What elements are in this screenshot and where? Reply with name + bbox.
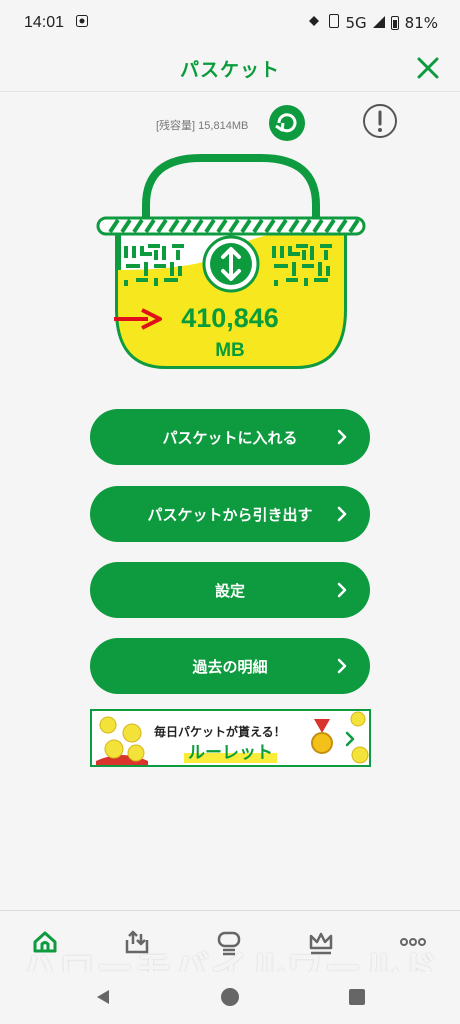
chevron-right-icon: [337, 506, 347, 522]
bottom-navigation: [0, 910, 460, 972]
deposit-label: パスケットに入れる: [162, 428, 298, 447]
chevron-right-icon: [337, 582, 347, 598]
red-arrow-icon: [114, 308, 162, 330]
cell-signal-icon: [372, 14, 385, 32]
history-button[interactable]: 過去の明細: [90, 638, 370, 694]
close-button[interactable]: [414, 54, 442, 82]
banner-line2: ルーレット: [184, 738, 277, 763]
withdraw-label: パスケットから引き出す: [147, 505, 313, 524]
transfer-icon: [202, 235, 260, 293]
info-button[interactable]: [362, 103, 398, 139]
basket-illustration: [96, 154, 366, 369]
status-bar: 14:01 5G 81%: [0, 0, 460, 46]
battery-icon: [390, 16, 399, 30]
close-icon: [417, 57, 439, 79]
notification-icon: [76, 15, 89, 31]
basket-unit: MB: [215, 340, 245, 361]
more-icon: [400, 938, 426, 946]
back-icon[interactable]: [94, 988, 112, 1006]
coins-icon: [96, 716, 148, 765]
deposit-button[interactable]: パスケットに入れる: [90, 409, 370, 465]
history-label: 過去の明細: [192, 657, 268, 676]
chevron-right-icon: [337, 429, 347, 445]
basket-value: 410,846: [181, 303, 279, 333]
medal-icon: [311, 719, 333, 754]
sim-icon: [329, 14, 340, 32]
withdraw-button[interactable]: パスケットから引き出す: [90, 486, 370, 542]
recents-button[interactable]: [349, 989, 365, 1005]
chat-icon: [217, 931, 241, 956]
signal-icon: [307, 14, 323, 32]
chevron-right-icon: [337, 658, 347, 674]
settings-label: 設定: [214, 581, 245, 600]
refresh-icon: [269, 105, 305, 141]
home-icon: [33, 931, 57, 953]
crown-icon: [309, 932, 333, 955]
home-button[interactable]: [221, 988, 239, 1006]
refresh-button[interactable]: [268, 104, 306, 142]
roulette-banner[interactable]: 毎日パケットが貰える！ ルーレット: [90, 709, 371, 767]
chevron-right-icon: [345, 731, 355, 747]
exclamation-icon: [363, 104, 397, 138]
remaining-capacity: [残容量] 15,814MB: [156, 120, 249, 132]
status-time: 14:01: [24, 14, 65, 31]
app-header: パスケット: [0, 46, 460, 92]
battery-label: 81%: [404, 14, 438, 32]
network-label: 5G: [345, 14, 367, 32]
nav-messages[interactable]: [212, 925, 246, 959]
upload-tray-icon: [125, 930, 149, 954]
system-navigation: [0, 972, 460, 1024]
nav-more[interactable]: [396, 925, 430, 959]
nav-transfer[interactable]: [120, 925, 154, 959]
nav-ranking[interactable]: [304, 925, 338, 959]
settings-button[interactable]: 設定: [90, 562, 370, 618]
nav-home[interactable]: [28, 925, 62, 959]
page-title: パスケット: [179, 59, 280, 81]
